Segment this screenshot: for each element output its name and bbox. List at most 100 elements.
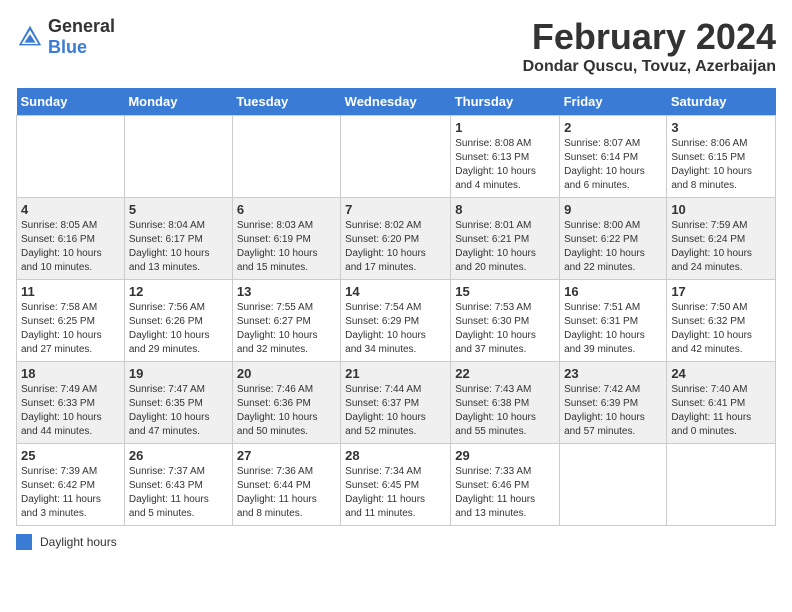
day-info: Sunrise: 8:06 AM Sunset: 6:15 PM Dayligh… (671, 137, 771, 193)
logo-icon (16, 23, 44, 51)
day-info: Sunrise: 7:53 AM Sunset: 6:30 PM Dayligh… (455, 301, 555, 357)
day-info: Sunrise: 7:44 AM Sunset: 6:37 PM Dayligh… (345, 383, 446, 439)
month-title: February 2024 (523, 16, 776, 58)
day-info: Sunrise: 7:56 AM Sunset: 6:26 PM Dayligh… (129, 301, 228, 357)
day-number: 27 (237, 448, 336, 463)
logo: General Blue (16, 16, 115, 58)
calendar-cell: 28 Sunrise: 7:34 AM Sunset: 6:45 PM Dayli… (341, 444, 451, 526)
day-info: Sunrise: 7:40 AM Sunset: 6:41 PM Dayligh… (671, 383, 771, 439)
calendar-cell: 18 Sunrise: 7:49 AM Sunset: 6:33 PM Dayli… (17, 362, 125, 444)
day-number: 22 (455, 366, 555, 381)
day-info: Sunrise: 8:02 AM Sunset: 6:20 PM Dayligh… (345, 219, 446, 275)
day-info: Sunrise: 7:47 AM Sunset: 6:35 PM Dayligh… (129, 383, 228, 439)
day-number: 7 (345, 202, 446, 217)
day-info: Sunrise: 8:07 AM Sunset: 6:14 PM Dayligh… (564, 137, 662, 193)
legend: Daylight hours (16, 534, 776, 550)
day-number: 12 (129, 284, 228, 299)
day-number: 11 (21, 284, 120, 299)
day-info: Sunrise: 7:49 AM Sunset: 6:33 PM Dayligh… (21, 383, 120, 439)
calendar-cell: 10 Sunrise: 7:59 AM Sunset: 6:24 PM Dayli… (667, 198, 776, 280)
calendar-cell: 2 Sunrise: 8:07 AM Sunset: 6:14 PM Daylig… (560, 116, 667, 198)
day-number: 25 (21, 448, 120, 463)
day-number: 23 (564, 366, 662, 381)
logo-general: General (48, 16, 115, 36)
calendar-cell: 9Sunrise: 8:00 AM Sunset: 6:22 PM Daylig… (560, 198, 667, 280)
logo-blue: Blue (48, 37, 87, 57)
day-info: Sunrise: 7:50 AM Sunset: 6:32 PM Dayligh… (671, 301, 771, 357)
calendar-cell: 20 Sunrise: 7:46 AM Sunset: 6:36 PM Dayli… (232, 362, 340, 444)
calendar-cell: 23 Sunrise: 7:42 AM Sunset: 6:39 PM Dayli… (560, 362, 667, 444)
day-number: 1 (455, 120, 555, 135)
calendar-cell: 14 Sunrise: 7:54 AM Sunset: 6:29 PM Dayli… (341, 280, 451, 362)
day-info: Sunrise: 8:04 AM Sunset: 6:17 PM Dayligh… (129, 219, 228, 275)
calendar-cell: 5 Sunrise: 8:04 AM Sunset: 6:17 PM Daylig… (124, 198, 232, 280)
location-title: Dondar Quscu, Tovuz, Azerbaijan (523, 58, 776, 76)
header: General Blue February 2024 Dondar Quscu,… (16, 16, 776, 76)
calendar-cell: 24 Sunrise: 7:40 AM Sunset: 6:41 PM Dayli… (667, 362, 776, 444)
day-number: 16 (564, 284, 662, 299)
calendar-cell: 27 Sunrise: 7:36 AM Sunset: 6:44 PM Dayli… (232, 444, 340, 526)
calendar-cell (560, 444, 667, 526)
calendar-cell: 19 Sunrise: 7:47 AM Sunset: 6:35 PM Dayli… (124, 362, 232, 444)
calendar-cell: 26 Sunrise: 7:37 AM Sunset: 6:43 PM Dayli… (124, 444, 232, 526)
day-header-wednesday: Wednesday (341, 88, 451, 116)
day-number: 20 (237, 366, 336, 381)
calendar-cell: 25 Sunrise: 7:39 AM Sunset: 6:42 PM Dayli… (17, 444, 125, 526)
day-info: Sunrise: 7:55 AM Sunset: 6:27 PM Dayligh… (237, 301, 336, 357)
day-header-tuesday: Tuesday (232, 88, 340, 116)
day-number: 14 (345, 284, 446, 299)
day-info: Sunrise: 8:08 AM Sunset: 6:13 PM Dayligh… (455, 137, 555, 193)
day-number: 3 (671, 120, 771, 135)
day-info: Sunrise: 7:58 AM Sunset: 6:25 PM Dayligh… (21, 301, 120, 357)
day-info: Sunrise: 7:46 AM Sunset: 6:36 PM Dayligh… (237, 383, 336, 439)
calendar-cell (17, 116, 125, 198)
day-info: Sunrise: 7:37 AM Sunset: 6:43 PM Dayligh… (129, 465, 228, 521)
day-number: 8 (455, 202, 555, 217)
day-info: Sunrise: 7:36 AM Sunset: 6:44 PM Dayligh… (237, 465, 336, 521)
day-number: 28 (345, 448, 446, 463)
day-number: 6 (237, 202, 336, 217)
calendar-cell (124, 116, 232, 198)
day-number: 24 (671, 366, 771, 381)
day-info: Sunrise: 7:42 AM Sunset: 6:39 PM Dayligh… (564, 383, 662, 439)
day-info: Sunrise: 8:01 AM Sunset: 6:21 PM Dayligh… (455, 219, 555, 275)
day-header-saturday: Saturday (667, 88, 776, 116)
calendar-cell: 29 Sunrise: 7:33 AM Sunset: 6:46 PM Dayli… (451, 444, 560, 526)
day-number: 18 (21, 366, 120, 381)
day-number: 29 (455, 448, 555, 463)
day-number: 13 (237, 284, 336, 299)
day-info: Sunrise: 7:59 AM Sunset: 6:24 PM Dayligh… (671, 219, 771, 275)
day-number: 21 (345, 366, 446, 381)
calendar-table: SundayMondayTuesdayWednesdayThursdayFrid… (16, 88, 776, 526)
calendar-cell: 11 Sunrise: 7:58 AM Sunset: 6:25 PM Dayli… (17, 280, 125, 362)
day-info: Sunrise: 7:39 AM Sunset: 6:42 PM Dayligh… (21, 465, 120, 521)
day-info: Sunrise: 7:34 AM Sunset: 6:45 PM Dayligh… (345, 465, 446, 521)
day-number: 15 (455, 284, 555, 299)
calendar-cell: 3 Sunrise: 8:06 AM Sunset: 6:15 PM Daylig… (667, 116, 776, 198)
day-info: Sunrise: 7:54 AM Sunset: 6:29 PM Dayligh… (345, 301, 446, 357)
calendar-cell: 8 Sunrise: 8:01 AM Sunset: 6:21 PM Daylig… (451, 198, 560, 280)
day-number: 19 (129, 366, 228, 381)
day-info: Sunrise: 8:00 AM Sunset: 6:22 PM Dayligh… (564, 219, 662, 275)
title-area: February 2024 Dondar Quscu, Tovuz, Azerb… (523, 16, 776, 76)
day-number: 2 (564, 120, 662, 135)
day-header-monday: Monday (124, 88, 232, 116)
day-number: 4 (21, 202, 120, 217)
legend-label: Daylight hours (40, 535, 117, 549)
calendar-cell: 21 Sunrise: 7:44 AM Sunset: 6:37 PM Dayli… (341, 362, 451, 444)
day-info: Sunrise: 7:43 AM Sunset: 6:38 PM Dayligh… (455, 383, 555, 439)
day-info: Sunrise: 7:51 AM Sunset: 6:31 PM Dayligh… (564, 301, 662, 357)
calendar-cell (232, 116, 340, 198)
calendar-cell: 1 Sunrise: 8:08 AM Sunset: 6:13 PM Daylig… (451, 116, 560, 198)
day-info: Sunrise: 7:33 AM Sunset: 6:46 PM Dayligh… (455, 465, 555, 521)
calendar-cell: 12 Sunrise: 7:56 AM Sunset: 6:26 PM Dayli… (124, 280, 232, 362)
day-header-sunday: Sunday (17, 88, 125, 116)
day-number: 26 (129, 448, 228, 463)
calendar-cell: 4 Sunrise: 8:05 AM Sunset: 6:16 PM Daylig… (17, 198, 125, 280)
day-header-friday: Friday (560, 88, 667, 116)
day-number: 5 (129, 202, 228, 217)
day-number: 10 (671, 202, 771, 217)
day-info: Sunrise: 8:05 AM Sunset: 6:16 PM Dayligh… (21, 219, 120, 275)
calendar-cell (667, 444, 776, 526)
day-info: Sunrise: 8:03 AM Sunset: 6:19 PM Dayligh… (237, 219, 336, 275)
